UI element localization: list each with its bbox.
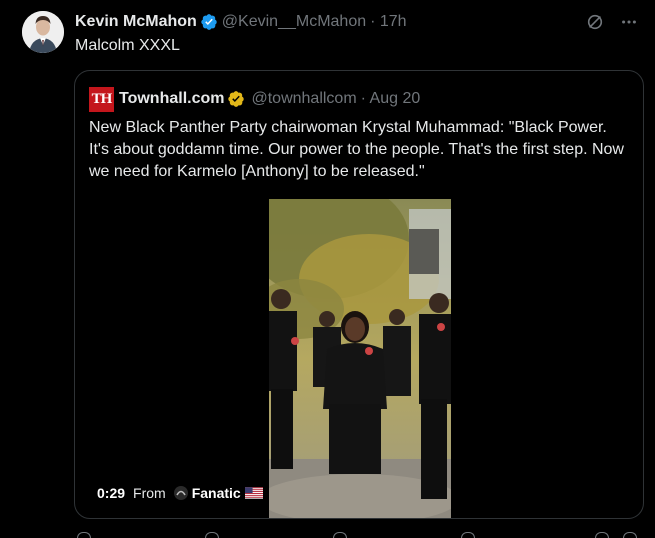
like-icon[interactable] [333, 532, 347, 538]
share-icon[interactable] [623, 532, 637, 538]
ellipsis-icon [622, 20, 636, 24]
author-handle[interactable]: @Kevin__McMahon [222, 13, 366, 31]
townhall-logo[interactable]: TH [89, 86, 114, 112]
quoted-tweet-text: New Black Panther Party chairwoman Kryst… [89, 119, 624, 180]
us-flag-icon [244, 487, 263, 499]
more-options-icon[interactable] [619, 12, 639, 32]
tweet-actions-row [75, 528, 637, 538]
bookmark-icon[interactable] [595, 532, 609, 538]
video-duration: 0:29 [97, 485, 126, 501]
quoted-author-name[interactable]: Townhall.com [119, 90, 224, 108]
video-player[interactable] [269, 199, 451, 518]
video-channel-name[interactable]: Fanatic [192, 485, 241, 501]
video-from-label: From [133, 485, 166, 501]
avatar-photo [22, 11, 64, 53]
tweet-top-actions [585, 12, 639, 32]
tweet[interactable]: Kevin McMahon @Kevin__McMahon · 17h Malc… [0, 0, 655, 538]
retweet-icon[interactable] [205, 532, 219, 538]
quoted-tweet[interactable]: TH Townhall.com @townhallcom · Aug 20 Ne… [74, 70, 644, 519]
grok-icon-glyph [587, 14, 603, 30]
verified-badge-icon[interactable] [200, 13, 218, 31]
quoted-tweet-header: TH Townhall.com @townhallcom · Aug 20 [89, 86, 421, 112]
reply-icon[interactable] [77, 532, 91, 538]
tweet-time[interactable]: · 17h [370, 13, 406, 31]
video-channel[interactable]: Fanatic [173, 485, 263, 501]
video-thumbnail [269, 199, 451, 518]
quoted-author-handle[interactable]: @townhallcom [251, 90, 356, 108]
author-name[interactable]: Kevin McMahon [75, 13, 197, 31]
quoted-tweet-time[interactable]: · Aug 20 [361, 90, 421, 108]
grok-icon[interactable] [585, 12, 605, 32]
author-avatar[interactable] [22, 11, 64, 53]
tweet-header: Kevin McMahon @Kevin__McMahon · 17h [75, 12, 407, 32]
views-icon[interactable] [461, 532, 475, 538]
gold-verified-badge-icon[interactable] [227, 90, 245, 108]
channel-avatar-icon [173, 486, 188, 500]
tweet-text: Malcolm XXXL [75, 37, 180, 54]
video-meta: 0:29 From Fanatic [97, 485, 263, 501]
